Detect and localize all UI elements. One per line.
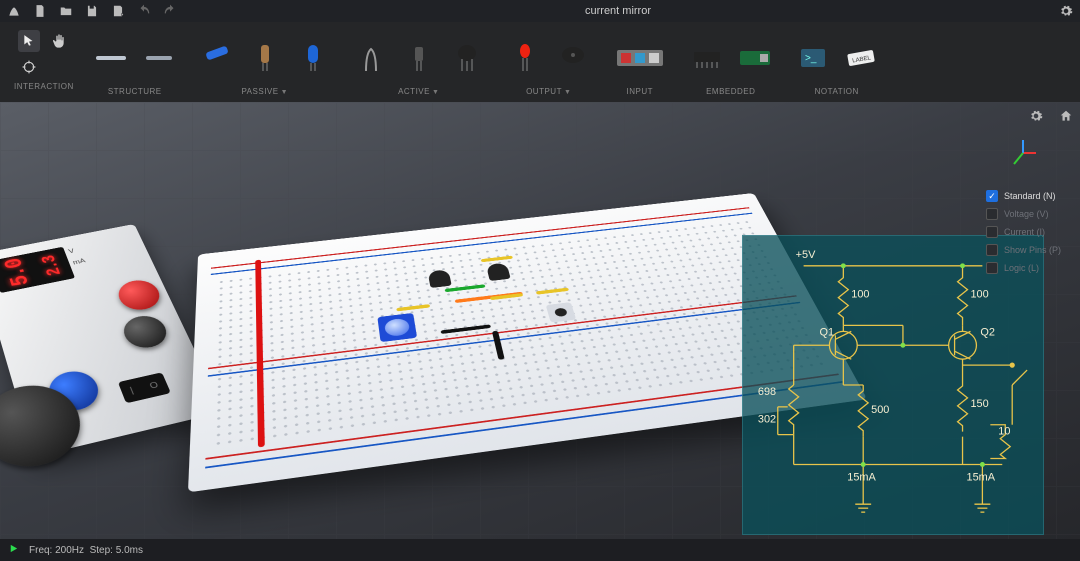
status-bar: Freq: 200Hz Step: 5.0ms [0,539,1080,561]
tool-group-passive: PASSIVE▼ [188,22,342,102]
schematic-r-top-left: 100 [851,289,869,301]
axis-gizmo[interactable] [1008,138,1038,168]
app-icon[interactable] [6,3,22,19]
tool-inductor[interactable] [248,38,282,78]
play-button[interactable] [8,543,19,557]
tool-terminal[interactable]: >_ [796,38,830,78]
schematic-q2-label: Q2 [980,326,995,338]
tool-transistor-small[interactable] [402,38,436,78]
schematic-r-load2: 10 [998,426,1010,438]
save-icon[interactable] [84,3,100,19]
layer-toggle-standard[interactable]: Standard (N) [986,190,1076,202]
tool-group-label[interactable]: OUTPUT▼ [526,83,571,102]
psu-current-readout: 2.3 [39,254,67,277]
tool-group-label[interactable]: ACTIVE▼ [398,83,439,102]
tool-group-label: STRUCTURE [108,83,162,102]
checkbox-icon [986,244,998,256]
tool-target[interactable] [18,56,40,78]
checkbox-icon [986,208,998,220]
tool-group-active: ACTIVE▼ [342,22,496,102]
schematic-r-mid: 500 [871,404,889,416]
psu-terminal-negative[interactable] [119,312,172,351]
sim-freq: Freq: 200Hz Step: 5.0ms [29,545,143,556]
tool-group-label[interactable]: PASSIVE▼ [241,83,288,102]
tool-wire[interactable] [94,38,128,78]
layer-toggle-logic[interactable]: Logic (L) [986,262,1076,274]
psu-power-switch[interactable]: | O [118,372,171,403]
viewport-hud [1028,108,1074,124]
undo-icon[interactable] [136,3,152,19]
home-view-icon[interactable] [1058,108,1074,124]
layer-toggle-pins[interactable]: Show Pins (P) [986,244,1076,256]
schematic-r-top-right: 100 [970,289,988,301]
schematic-q1-label: Q1 [819,326,834,338]
component-toolbar: INTERACTION STRUCTURE PASSIVE▼ ACTIVE▼ O… [0,22,1080,102]
svg-text:>_: >_ [805,53,817,64]
tool-group-notation: >_ LABEL NOTATION [784,22,890,102]
tool-led[interactable] [508,38,542,78]
psu-display: 5.0 2.3 [0,247,75,293]
schematic-i-left: 15mA [847,471,876,483]
tool-select-arrow[interactable] [18,30,40,52]
menu-bar: current mirror [0,0,1080,22]
tool-group-input: INPUT [602,22,678,102]
menu-left-group [6,3,178,19]
tool-switch-module[interactable] [614,38,666,78]
layer-toggle-current[interactable]: Current (I) [986,226,1076,238]
settings-icon[interactable] [1058,3,1074,19]
schematic-vcc-label: +5V [796,249,816,261]
psu-voltage-unit: V [67,246,81,254]
tool-ic-chip[interactable] [690,38,724,78]
redo-icon[interactable] [162,3,178,19]
tool-mcu-board[interactable] [738,38,772,78]
save-as-icon[interactable] [110,3,126,19]
schematic-r-load1: 150 [970,398,988,410]
layer-toggle-voltage[interactable]: Voltage (V) [986,208,1076,220]
view-layers-panel: Standard (N) Voltage (V) Current (I) Sho… [986,190,1076,274]
viewport-3d[interactable]: 5.0 2.3 V mA | O [0,102,1080,539]
open-folder-icon[interactable] [58,3,74,19]
psu-terminal-positive[interactable] [114,277,165,313]
tool-group-embedded: EMBEDDED [678,22,784,102]
new-file-icon[interactable] [32,3,48,19]
tool-group-interaction: INTERACTION [6,22,82,102]
tool-label[interactable]: LABEL [844,38,878,78]
tool-resistor[interactable] [200,38,234,78]
checkbox-icon [986,226,998,238]
psu-voltage-readout: 5.0 [0,257,35,289]
schematic-pot-top: 698 [758,386,776,398]
tool-group-label: NOTATION [815,83,859,102]
schematic-overlay[interactable]: +5V 100 100 Q1 Q2 698 302 500 150 10 15m… [742,235,1044,535]
tool-group-output: OUTPUT▼ [496,22,602,102]
tool-group-label: INPUT [626,83,653,102]
tool-jumper[interactable] [142,38,176,78]
psu-current-unit: mA [72,257,87,266]
tool-group-label: EMBEDDED [706,83,755,102]
schematic-i-right: 15mA [967,471,996,483]
tool-buzzer[interactable] [556,38,590,78]
component-potentiometer[interactable] [377,313,417,342]
view-settings-icon[interactable] [1028,108,1044,124]
tool-capacitor[interactable] [296,38,330,78]
schematic-pot-bot: 302 [758,414,776,426]
document-title: current mirror [585,5,651,17]
tool-group-label: INTERACTION [14,78,74,97]
checkbox-icon [986,262,998,274]
tool-transistor[interactable] [450,38,484,78]
tool-hand[interactable] [48,30,70,52]
checkbox-icon [986,190,998,202]
component-push-button[interactable] [546,302,577,323]
tool-group-structure: STRUCTURE [82,22,188,102]
tool-diode[interactable] [354,38,388,78]
